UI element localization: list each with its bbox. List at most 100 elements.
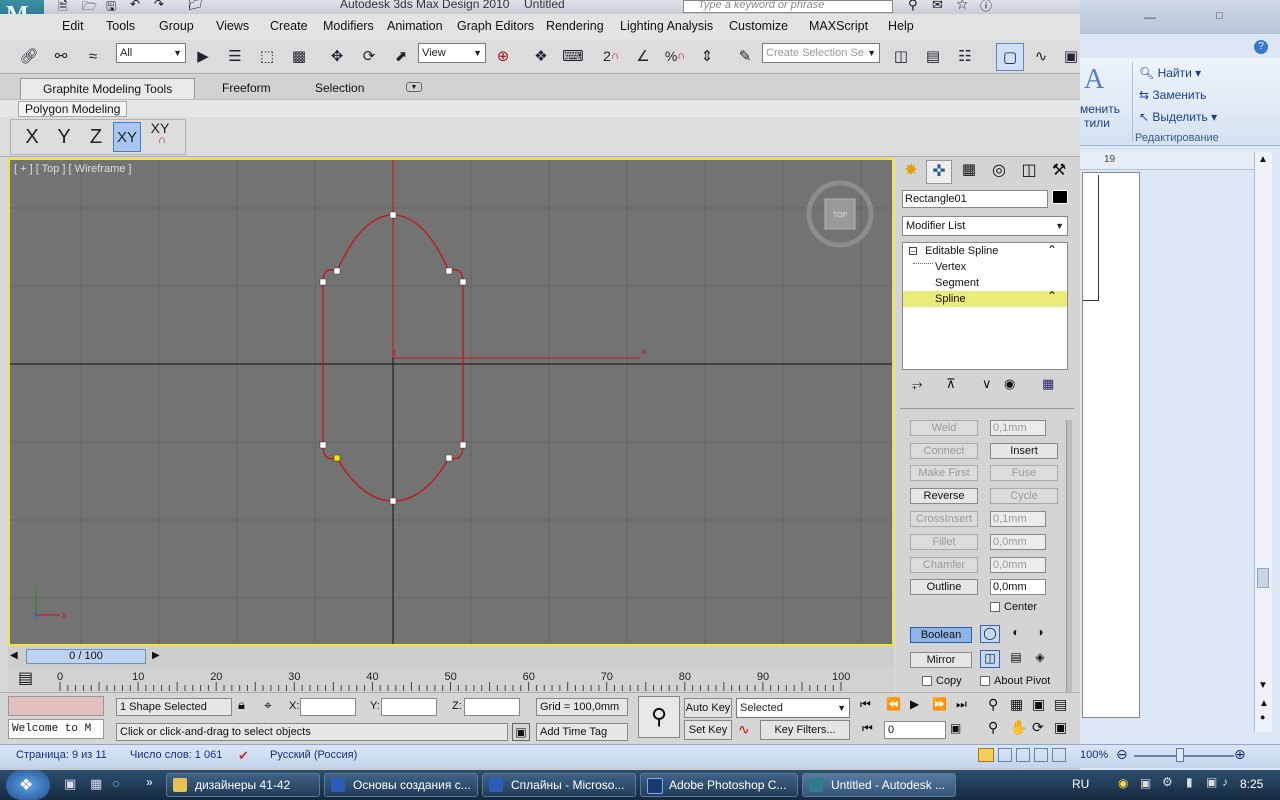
time-prev-icon[interactable]: ◀ [10,650,18,661]
zoom-extents-icon[interactable]: ▣ [1032,696,1045,713]
auto-key-button[interactable]: Auto Key [684,698,732,718]
volume-icon[interactable]: ♪ [1222,775,1228,789]
favorites-star-icon[interactable]: ☆ [956,0,969,13]
select-and-rotate-icon[interactable]: ⟳ [356,43,382,69]
tab-graphite-modeling-tools[interactable]: Graphite Modeling Tools [20,78,196,99]
menu-animation[interactable]: Animation [387,19,443,33]
scroll-up-icon[interactable]: ▲ [1258,154,1268,165]
edit-named-selection-icon[interactable]: ✎ [732,43,758,69]
tray-settings-icon[interactable]: ⚙ [1162,775,1173,789]
selection-filter-dropdown[interactable]: All ▼ [116,43,186,63]
reference-coordinate-dropdown[interactable]: View ▼ [418,43,486,63]
graphite-toggle-icon[interactable]: ▢ [996,43,1024,71]
mirror-icon[interactable]: ◫ [888,43,914,69]
maxscript-listener-output[interactable]: Welcome to M [8,719,104,739]
insert-button[interactable]: Insert [990,443,1058,459]
percent-snap-icon[interactable]: % ∩ [662,43,688,69]
menu-graph-editors[interactable]: Graph Editors [457,19,534,33]
weld-threshold-spinner[interactable]: 0,1mm [990,420,1046,436]
zoom-extents-all-icon[interactable]: ▤ [1054,696,1067,713]
menu-group[interactable]: Group [159,19,194,33]
redo-icon[interactable]: ↷ [154,0,164,11]
stack-chevron-icon[interactable]: ⌃ [1047,243,1057,257]
time-tag-icon[interactable]: ▣ [512,723,530,741]
tray-power-icon[interactable]: ▮ [1186,775,1193,789]
web-layout-icon[interactable] [1016,748,1030,762]
first-vertex[interactable] [333,454,341,462]
key-mode-toggle-icon[interactable]: ⏮ [862,721,873,736]
word-vertical-scrollbar[interactable]: ▲ ▼ ▲ ● [1254,152,1272,732]
zoom-out-icon[interactable]: ⊖ [1116,746,1128,763]
fillet-spinner[interactable]: 0,0mm [990,534,1046,550]
scroll-down-icon[interactable]: ▼ [1258,680,1268,691]
mirror-vertical-icon[interactable]: ▤ [1006,650,1026,668]
modify-tab-icon[interactable]: ✜ [926,160,952,184]
modifier-stack[interactable]: − Editable Spline ⌃ Vertex Segment Splin… [902,242,1068,370]
z-coord-field[interactable] [464,698,520,716]
angle-snap-icon[interactable]: ∠ [630,43,656,69]
tray-monitor-icon[interactable]: ▣ [1206,775,1217,789]
task-3dsmax[interactable]: Untitled - Autodesk ... [802,773,956,797]
outline-spinner[interactable]: 0,0mm [990,579,1046,595]
menu-lighting-analysis[interactable]: Lighting Analysis [620,19,713,33]
layer-manager-icon[interactable]: ☷ [952,43,978,69]
bind-space-warp-icon[interactable]: ≈ [80,43,106,69]
cycle-button[interactable]: Cycle [990,488,1058,504]
replace-button[interactable]: ⇆ Заменить [1139,88,1206,102]
show-desktop-icon[interactable]: ▣ [64,776,76,792]
status-language[interactable]: Русский (Россия) [270,749,357,761]
subtraction-icon[interactable]: ◐ [1006,625,1026,643]
named-selection-dropdown[interactable]: Create Selection Se ▼ [762,43,880,63]
status-page[interactable]: Страница: 9 из 11 [16,749,107,761]
menu-help[interactable]: Help [888,19,914,33]
open-mini-curve-editor-icon[interactable]: ▤ [18,668,33,688]
pin-stack-icon[interactable]: ⥅ [912,376,922,392]
clock[interactable]: 8:25 [1240,777,1263,791]
key-filters-button[interactable]: Key Filters... [760,720,850,740]
prev-page-icon[interactable]: ▲ [1259,698,1269,709]
status-words[interactable]: Число слов: 1 061 [130,749,222,761]
word-restore-icon[interactable]: □ [1216,10,1223,22]
create-tab-icon[interactable]: ✸ [898,160,924,184]
weld-button[interactable]: Weld [910,420,978,436]
stack-item-editable-spline[interactable]: Editable Spline [925,245,998,257]
outline-view-icon[interactable] [1034,748,1048,762]
select-and-manipulate-icon[interactable]: ❖ [528,43,554,69]
tray-app-icon[interactable]: ▣ [1140,776,1151,790]
zoom-in-icon[interactable]: ⊕ [1234,746,1246,763]
select-object-icon[interactable]: ▶ [190,43,216,69]
make-unique-icon[interactable]: ∨ [982,376,992,392]
pivot-center-icon[interactable]: ⊕ [490,43,516,69]
word-minimize-icon[interactable]: — [1144,10,1156,24]
utilities-tab-icon[interactable]: ⚒ [1046,160,1072,184]
task-explorer[interactable]: дизайнеры 41-42 [166,773,320,797]
browse-object-icon[interactable]: ● [1260,712,1265,722]
task-photoshop[interactable]: Adobe Photoshop C... [640,773,798,797]
reverse-button[interactable]: Reverse [910,488,978,504]
menu-rendering[interactable]: Rendering [546,19,604,33]
select-by-name-icon[interactable]: ☰ [222,43,248,69]
help-icon[interactable]: ⓘ [980,0,992,14]
axis-x-button[interactable]: X [18,122,46,152]
window-crossing-icon[interactable]: ▩ [286,43,312,69]
zoom-thumb[interactable] [1176,748,1184,762]
viewcube[interactable]: TOP [806,180,874,248]
absolute-mode-icon[interactable]: ⌖ [264,697,272,714]
configure-sets-icon[interactable]: ▦ [1042,376,1054,392]
object-name-field[interactable]: Rectangle01 [902,190,1048,208]
y-coord-field[interactable] [381,698,437,716]
previous-frame-icon[interactable]: ⏪ [886,697,901,711]
unlink-icon[interactable]: ⚯ [48,43,74,69]
top-viewport[interactable]: x z y x z TOP [ + ] [ Top ] [ Wireframe … [8,158,894,646]
mirror-horizontal-icon[interactable]: ◫ [980,650,1000,668]
stack-chevron-icon[interactable]: ⌃ [1047,289,1057,303]
pan-view-icon[interactable]: ✋ [1010,719,1027,736]
stack-collapse-icon[interactable]: − [909,247,917,256]
crossinsert-spinner[interactable]: 0,1mm [990,511,1046,527]
polygon-modeling-panel[interactable]: Polygon Modeling [18,101,128,117]
field-of-view-icon[interactable]: ⚲ [988,719,998,736]
undo-icon[interactable]: ↶ [130,0,140,11]
communication-icon[interactable]: ✉ [932,0,943,13]
time-next-icon[interactable]: ▶ [152,650,160,661]
zoom-icon[interactable]: ⚲ [988,696,998,713]
